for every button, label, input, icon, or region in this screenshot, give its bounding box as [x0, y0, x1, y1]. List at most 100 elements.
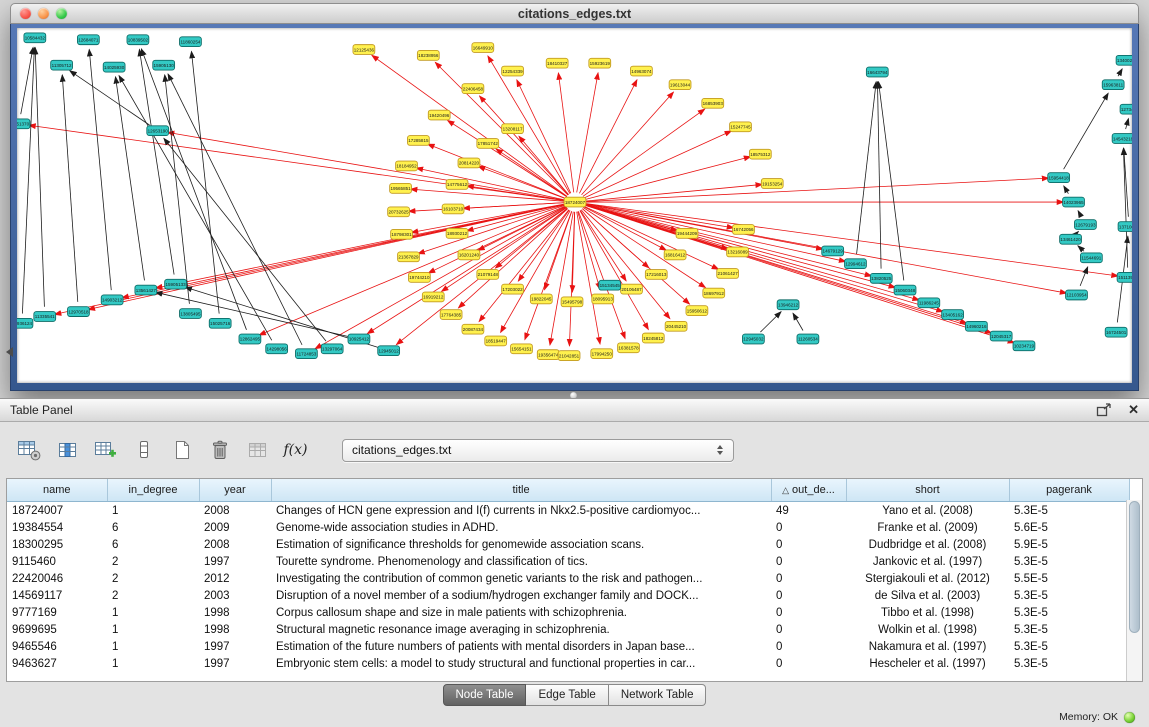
graph-node[interactable]: 11305712 [51, 60, 73, 70]
graph-node[interactable]: 12045317 [990, 331, 1012, 341]
table-row[interactable]: 911546021997Tourette syndrome. Phenomeno… [7, 553, 1129, 570]
graph-node[interactable]: 15134545 [599, 280, 621, 290]
graph-node[interactable]: 10839502 [127, 35, 149, 45]
graph-node[interactable]: 11724853 [296, 349, 318, 359]
graph-node[interactable]: 15060348 [894, 285, 916, 295]
graph-node[interactable]: 21042851 [558, 351, 580, 361]
close-window-button[interactable] [20, 8, 31, 19]
graph-node[interactable]: 18724007 [564, 197, 586, 207]
table-options-icon[interactable] [16, 437, 43, 463]
table-row[interactable]: 977716911998Corpus callosum shape and si… [7, 604, 1129, 621]
graph-node[interactable]: 12103954 [1066, 290, 1088, 300]
column-header-title[interactable]: title [271, 479, 771, 502]
graph-node[interactable]: 19565851 [390, 183, 412, 193]
graph-node[interactable]: 21367829 [398, 252, 420, 262]
graph-node[interactable]: 16381578 [618, 343, 640, 353]
graph-node[interactable]: 13805495 [180, 309, 202, 319]
table-scrollbar[interactable] [1126, 500, 1142, 681]
float-panel-icon[interactable] [1096, 403, 1112, 417]
graph-node[interactable]: 13405162 [942, 310, 964, 320]
graph-node[interactable]: 13297064 [321, 344, 343, 354]
graph-node[interactable]: 10234719 [1013, 341, 1035, 351]
column-header-pagerank[interactable]: pagerank [1009, 479, 1129, 502]
graph-node[interactable]: 17764385 [440, 310, 462, 320]
graph-node[interactable]: 18930212 [446, 228, 468, 238]
graph-node[interactable]: 20732625 [388, 207, 410, 217]
graph-node[interactable]: 12734410 [1120, 104, 1132, 114]
column-header-out_degree[interactable]: △out_de... [771, 479, 846, 502]
import-table-icon[interactable] [244, 437, 271, 463]
graph-node[interactable]: 14960216 [965, 321, 987, 331]
graph-node[interactable]: 13461420 [1060, 234, 1082, 244]
column-header-year[interactable]: year [199, 479, 271, 502]
graph-node[interactable]: 22406458 [462, 84, 484, 94]
graph-node[interactable]: 17994250 [591, 349, 613, 359]
graph-node[interactable]: 16853903 [702, 98, 724, 108]
graph-node[interactable]: 12945032 [742, 334, 764, 344]
graph-node[interactable]: 20087434 [462, 324, 484, 334]
graph-node[interactable]: 11335541 [34, 312, 56, 322]
graph-node[interactable]: 17203022 [502, 284, 524, 294]
graph-node[interactable]: 18798301 [391, 229, 413, 239]
graph-node[interactable]: 18095913 [592, 294, 614, 304]
graph-node[interactable]: 15905130 [153, 60, 175, 70]
graph-node[interactable]: 15654151 [511, 344, 533, 354]
edit-table-icon[interactable] [92, 437, 119, 463]
graph-node[interactable]: 12679193 [1075, 220, 1097, 230]
table-row[interactable]: 946554611997Estimation of the future num… [7, 638, 1129, 655]
graph-node[interactable]: 15950612 [686, 306, 708, 316]
graph-node[interactable]: 14963074 [630, 66, 652, 76]
graph-node[interactable]: 18519447 [485, 336, 507, 346]
graph-node[interactable]: 19822045 [530, 294, 552, 304]
graph-node[interactable]: 16643794 [866, 67, 888, 77]
graph-node[interactable]: 15025716 [209, 318, 231, 328]
graph-node[interactable]: 12862495 [239, 334, 261, 344]
table-row[interactable]: 1830029562008Estimation of significance … [7, 536, 1129, 553]
select-columns-icon[interactable] [54, 437, 81, 463]
graph-node[interactable]: 20445210 [665, 321, 687, 331]
graph-node[interactable]: 17285815 [407, 136, 429, 146]
graph-node[interactable]: 11986245 [918, 298, 940, 308]
table-row[interactable]: 1872400712008Changes of HCN gene express… [7, 502, 1129, 520]
graph-node[interactable]: 11860254 [180, 37, 202, 47]
graph-node[interactable]: 13216089 [727, 247, 749, 257]
minimize-window-button[interactable] [38, 8, 49, 19]
graph-node[interactable]: 12970518 [68, 307, 90, 317]
graph-node[interactable]: 10584432 [24, 33, 46, 43]
new-column-icon[interactable] [168, 437, 195, 463]
close-panel-icon[interactable]: ✕ [1128, 402, 1139, 418]
graph-node[interactable]: 19356474 [537, 350, 559, 360]
graph-node[interactable]: 15113954 [1117, 272, 1132, 282]
table-row[interactable]: 2242004622012Investigating the contribut… [7, 570, 1129, 587]
graph-node[interactable]: 14025930 [103, 62, 125, 72]
graph-node[interactable]: 12994612 [845, 259, 867, 269]
graph-node[interactable]: 11260534 [797, 334, 819, 344]
graph-node[interactable]: 16103710 [442, 204, 464, 214]
graph-node[interactable]: 17851742 [477, 139, 499, 149]
window-titlebar[interactable]: citations_edges.txt [10, 3, 1139, 24]
column-header-in_degree[interactable]: in_degree [107, 479, 199, 502]
graph-node[interactable]: 14023965 [1063, 197, 1085, 207]
graph-node[interactable]: 14903212 [101, 295, 123, 305]
graph-node[interactable]: 18245812 [642, 333, 664, 343]
graph-node[interactable]: 19420496 [428, 110, 450, 120]
delete-column-icon[interactable] [206, 437, 233, 463]
graph-node[interactable]: 21061427 [717, 269, 739, 279]
graph-node[interactable]: 16919212 [422, 292, 444, 302]
graph-node[interactable]: 12653190 [147, 126, 169, 136]
graph-node[interactable]: 13208117 [502, 124, 524, 134]
graph-node[interactable]: 18238956 [417, 50, 439, 60]
table-row[interactable]: 1938455462009Genome-wide association stu… [7, 519, 1129, 536]
graph-node[interactable]: 18184952 [396, 161, 418, 171]
graph-node[interactable]: 17216013 [645, 270, 667, 280]
graph-node[interactable]: 12125436 [353, 45, 375, 55]
column-header-short[interactable]: short [846, 479, 1009, 502]
graph-node[interactable]: 14543218 [1112, 134, 1132, 144]
graph-node[interactable]: 15905133 [165, 279, 187, 289]
graph-node[interactable]: 19744210 [408, 272, 430, 282]
graph-node[interactable]: 16201240 [458, 250, 480, 260]
graph-node[interactable]: 15247745 [730, 122, 752, 132]
graph-node[interactable]: 15495798 [561, 297, 583, 307]
graph-node[interactable]: 12684071 [77, 35, 99, 45]
table-row[interactable]: 969969511998Structural magnetic resonanc… [7, 621, 1129, 638]
